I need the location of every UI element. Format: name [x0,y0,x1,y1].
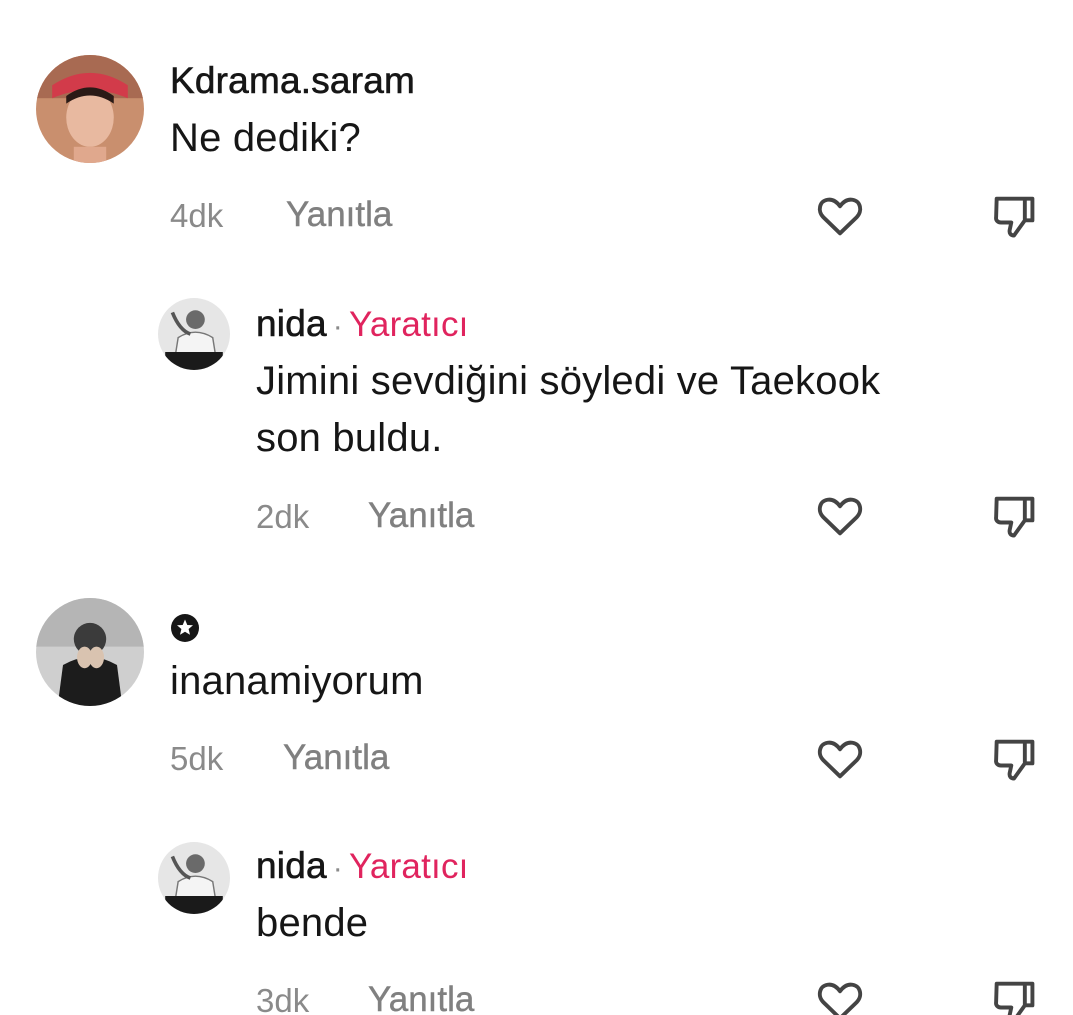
comment-text: inanamiyorum [170,659,424,703]
comment-username[interactable] [170,610,200,652]
heart-icon[interactable] [814,490,866,542]
separator-dot: · [332,852,343,885]
thumbs-down-icon[interactable] [988,490,1040,542]
comment-timestamp: 2dk [256,498,310,535]
thumbs-down-icon[interactable] [988,975,1040,1015]
comment-text: Jimini sevdiğini söyledi ve Taekook son … [256,353,880,467]
comment-text-line: Jimini sevdiğini söyledi ve Taekook [256,359,881,403]
comment-text: bende [256,901,369,945]
username-text[interactable]: nida [256,303,327,345]
thumbs-down-icon[interactable] [988,733,1040,785]
heart-icon[interactable] [814,975,866,1015]
reply-button[interactable]: Yanıtla [368,980,475,1015]
avatar[interactable] [36,55,144,163]
heart-icon[interactable] [814,190,866,242]
username-text[interactable]: nida [256,845,327,887]
reply-button[interactable]: Yanıtla [283,738,390,778]
comment-timestamp: 5dk [170,740,224,777]
avatar[interactable] [36,598,144,706]
comment-text: Ne dediki? [170,116,362,160]
reply-button[interactable]: Yanıtla [286,195,393,235]
creator-badge: Yaratıcı [348,305,469,344]
username-text[interactable]: Kdrama.saram [170,60,415,102]
avatar[interactable] [158,842,230,914]
thumbs-down-icon[interactable] [988,190,1040,242]
comments-list: Kdrama.saram Ne dediki? 4dk Yanıtla nida… [0,0,1073,1015]
comment-timestamp: 4dk [170,197,224,234]
comment-username[interactable]: Kdrama.saram [170,60,415,102]
comment-username[interactable]: nida · Yaratıcı [256,303,469,345]
heart-icon[interactable] [814,733,866,785]
comment-username[interactable]: nida · Yaratıcı [256,845,469,887]
comment-timestamp: 3dk [256,982,310,1015]
creator-badge: Yaratıcı [348,847,469,886]
star-circle-icon [170,610,200,642]
comment-text-line: son buldu. [256,416,443,460]
reply-button[interactable]: Yanıtla [368,496,475,536]
avatar[interactable] [158,298,230,370]
separator-dot: · [332,310,343,343]
